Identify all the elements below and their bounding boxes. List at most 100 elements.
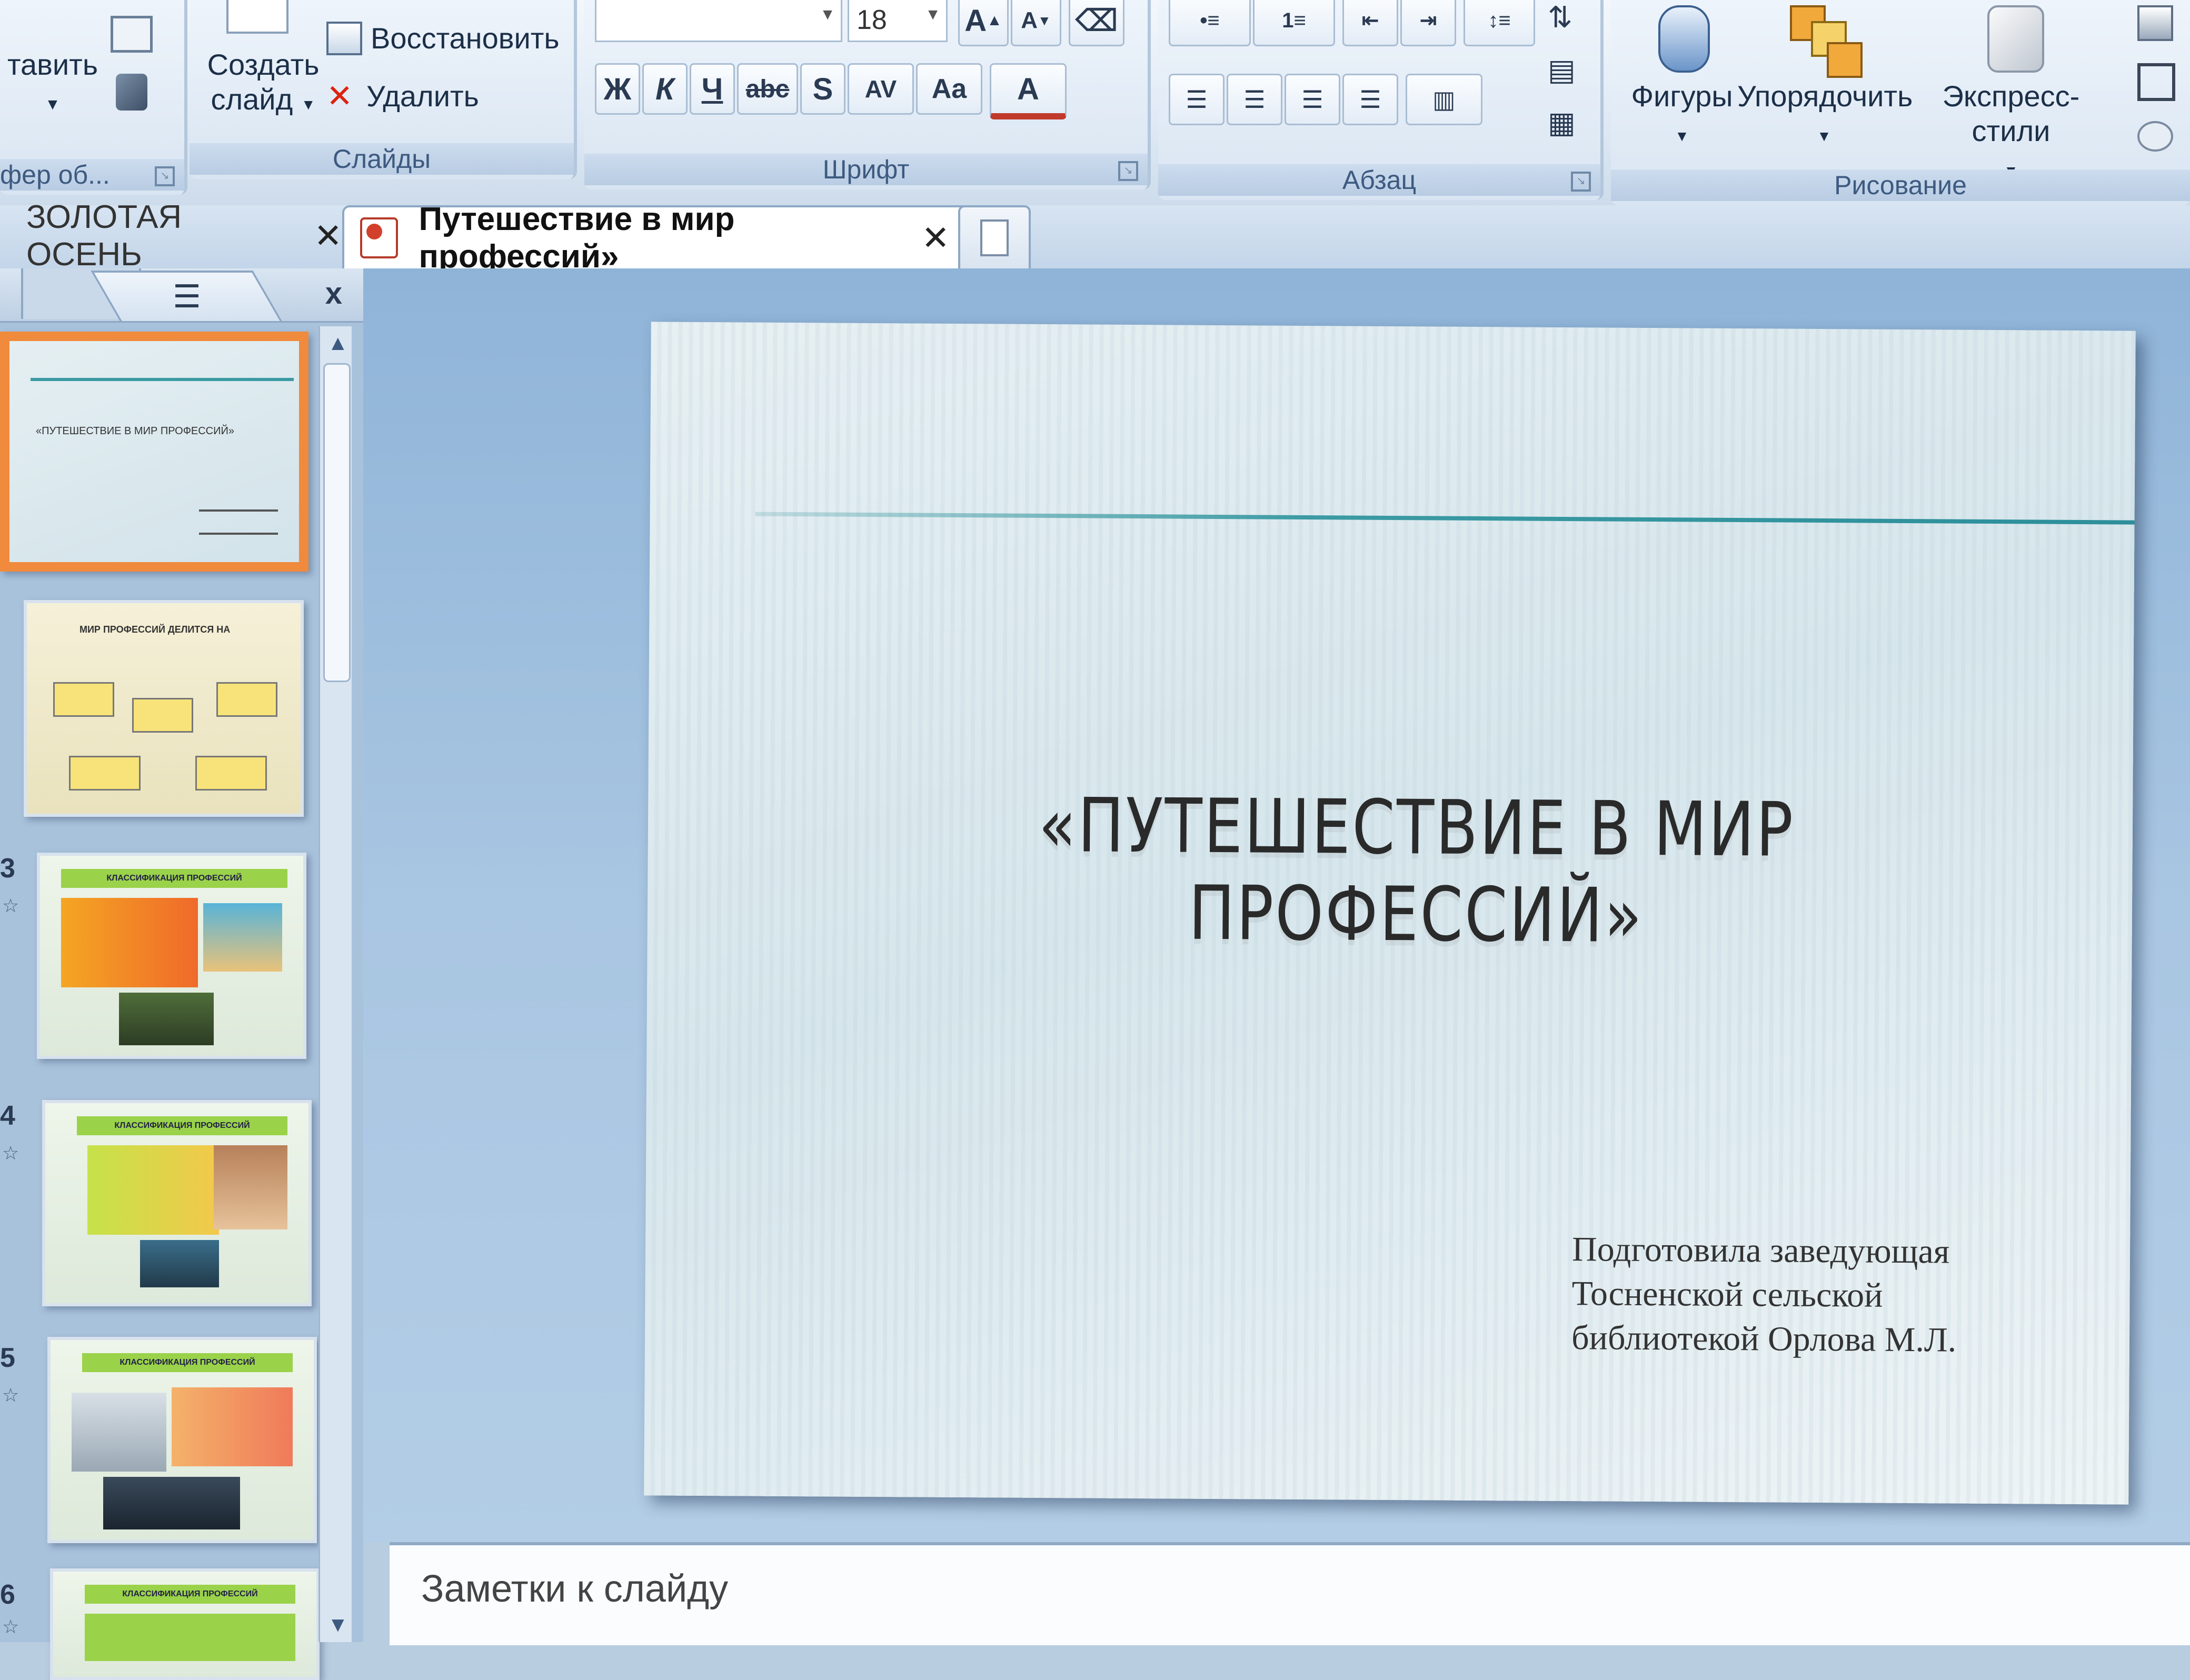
change-case-button[interactable]: Aa: [916, 63, 982, 115]
shape-outline-icon[interactable]: [2137, 63, 2175, 101]
align-right-icon: ☰: [1301, 86, 1323, 113]
thumb-subtitle: [199, 509, 278, 535]
grow-font-button[interactable]: A ▲: [958, 0, 1009, 46]
slide-thumbnail-5[interactable]: КЛАССИФИКАЦИЯ ПРОФЕССИЙ: [47, 1337, 317, 1543]
font-size-value: 18: [857, 5, 887, 35]
dialog-launcher-icon[interactable]: ↘: [1571, 172, 1591, 192]
dialog-launcher-icon[interactable]: ↘: [1118, 161, 1138, 181]
dialog-launcher-icon[interactable]: ↘: [155, 166, 175, 186]
reset-slide-button[interactable]: Восстановить: [326, 21, 560, 55]
thumb-photo: [72, 1393, 166, 1472]
clipboard-group-text: фер об...: [0, 160, 110, 189]
tab-label: Путешествие в мир профессий»: [419, 201, 735, 275]
slide-title[interactable]: «ПУТЕШЕСТВИЕ В МИР ПРОФЕССИЙ»: [854, 781, 1978, 962]
shapes-label: Фигуры: [1631, 79, 1733, 113]
character-spacing-button[interactable]: AV: [848, 63, 914, 115]
shadow-button[interactable]: S: [800, 63, 845, 115]
thumb-title: «ПУТЕШЕСТВИЕ В МИР ПРОФЕССИЙ»: [36, 425, 235, 437]
outline-icon: ☰: [173, 279, 202, 314]
decrease-indent-button[interactable]: ⇤: [1342, 0, 1398, 46]
align-text-icon[interactable]: ▤: [1548, 53, 1576, 87]
underline-button[interactable]: Ч: [690, 63, 735, 115]
drawing-group-label: Рисование: [1611, 169, 2190, 201]
shadow-label: S: [812, 72, 833, 106]
smartart-icon[interactable]: ▦: [1548, 105, 1576, 140]
new-slide-icon[interactable]: [226, 0, 288, 34]
shape-effects-icon[interactable]: [2137, 121, 2173, 152]
paragraph-group: •≡ 1≡ ⇤ ⇥ ↕≡ ☰ ☰ ☰ ☰ ▥ ⇅ ▤ ▦ Абзац ↘: [1158, 0, 1604, 200]
tab-puteshestvie[interactable]: Путешествие в мир профессий» ✕: [342, 201, 973, 275]
delete-label: Удалить: [366, 79, 479, 113]
subtitle-line: Подготовила заведующая: [1571, 1230, 1950, 1271]
slides-pane-scrollbar[interactable]: ▲ ▼: [318, 326, 352, 1642]
paste-button[interactable]: тавить ▼: [0, 47, 105, 122]
copy-icon[interactable]: [111, 16, 153, 53]
new-tab-button[interactable]: [958, 205, 1031, 268]
justify-button[interactable]: ☰: [1342, 74, 1398, 125]
slide-thumbnail-6[interactable]: КЛАССИФИКАЦИЯ ПРОФЕССИЙ: [50, 1568, 320, 1680]
chevron-down-icon: ▼: [1817, 128, 1831, 144]
format-painter-icon[interactable]: [116, 74, 147, 111]
slide-thumbnail-2[interactable]: МИР ПРОФЕССИЙ ДЕЛИТСЯ НА: [24, 600, 304, 817]
font-group-label: Шрифт: [584, 154, 1148, 185]
columns-button[interactable]: ▥: [1406, 74, 1482, 125]
font-name-combo[interactable]: ▼: [595, 0, 842, 42]
align-center-button[interactable]: ☰: [1227, 74, 1282, 125]
new-slide-label-2: слайд: [211, 83, 293, 116]
arrange-button[interactable]: Упорядочить ▼: [1737, 0, 1913, 154]
scroll-up-icon[interactable]: ▲: [327, 332, 349, 355]
slide-thumbnail-3[interactable]: КЛАССИФИКАЦИЯ ПРОФЕССИЙ: [37, 853, 306, 1059]
font-color-button[interactable]: A: [990, 63, 1067, 119]
slide-number-6: 6: [0, 1579, 15, 1610]
close-pane-icon[interactable]: x: [325, 276, 342, 311]
italic-button[interactable]: К: [642, 63, 688, 115]
quick-styles-button[interactable]: Экспресс-стили ▼: [1911, 0, 2111, 188]
shrink-font-button[interactable]: A ▼: [1011, 0, 1061, 46]
notes-pane[interactable]: Заметки к слайду: [390, 1542, 2190, 1645]
strikethrough-button[interactable]: abc: [737, 63, 798, 115]
thumb-title: КЛАССИФИКАЦИЯ ПРОФЕССИЙ: [61, 869, 287, 888]
thumb-box: [216, 682, 277, 717]
ribbon: тавить ▼ фер об... ↘ Создать слайд ▼ Вос…: [0, 0, 2190, 207]
tab-outline[interactable]: ☰: [91, 271, 282, 321]
delete-icon: ✕: [326, 78, 353, 114]
bold-button[interactable]: Ж: [595, 63, 640, 115]
scrollbar-thumb[interactable]: [323, 363, 351, 682]
line-spacing-button[interactable]: ↕≡: [1464, 0, 1535, 46]
chevron-down-icon: ▼: [301, 96, 316, 113]
slide-number-3: 3: [0, 853, 15, 884]
slide-thumbnail-1[interactable]: «ПУТЕШЕСТВИЕ В МИР ПРОФЕССИЙ»: [0, 332, 308, 572]
slide-thumbnail-4[interactable]: КЛАССИФИКАЦИЯ ПРОФЕССИЙ: [42, 1100, 312, 1306]
thumb-box: [69, 756, 141, 791]
text-direction-icon[interactable]: ⇅: [1548, 0, 1572, 35]
grow-font-label: A: [964, 3, 987, 38]
clipboard-group: тавить ▼ фер об... ↘: [0, 0, 187, 195]
close-icon[interactable]: ✕: [314, 216, 342, 256]
shapes-button[interactable]: Фигуры ▼: [1621, 0, 1743, 154]
numbering-button[interactable]: 1≡: [1253, 0, 1335, 46]
scroll-down-icon[interactable]: ▼: [327, 1613, 349, 1637]
columns-icon: ▥: [1432, 86, 1456, 113]
reset-icon: [326, 21, 362, 55]
close-icon[interactable]: ✕: [921, 218, 950, 258]
arrange-label: Упорядочить: [1737, 79, 1913, 113]
slide-subtitle[interactable]: Подготовила заведующая Тосненской сельск…: [1571, 1227, 2046, 1363]
align-right-button[interactable]: ☰: [1285, 74, 1340, 125]
current-slide[interactable]: «ПУТЕШЕСТВИЕ В МИР ПРОФЕССИЙ» Подготовил…: [644, 322, 2136, 1505]
thumb-line: [31, 378, 294, 381]
slide-number-5: 5: [0, 1343, 15, 1373]
delete-slide-button[interactable]: ✕ Удалить: [326, 79, 479, 113]
bullets-button[interactable]: •≡: [1169, 0, 1251, 46]
subtitle-line: библиотекой Орлова М.Л.: [1571, 1318, 1957, 1359]
thumb-photo: [119, 993, 214, 1045]
font-size-combo[interactable]: 18 ▼: [848, 0, 948, 42]
chevron-down-icon: ▼: [45, 96, 61, 113]
increase-indent-button[interactable]: ⇥: [1400, 0, 1456, 46]
align-left-button[interactable]: ☰: [1169, 74, 1225, 125]
font-group: ▼ 18 ▼ A ▲ A ▼ ⌫ Ж К Ч abc S AV Aa A Шрифт…: [584, 0, 1151, 189]
new-slide-button[interactable]: Создать слайд ▼: [200, 47, 326, 122]
shape-fill-icon[interactable]: [2137, 5, 2173, 41]
align-center-icon: ☰: [1243, 86, 1266, 113]
tab-zolotaya-osen[interactable]: ЗОЛОТАЯ ОСЕНЬ ✕: [0, 199, 342, 273]
clear-formatting-button[interactable]: ⌫: [1069, 0, 1124, 46]
